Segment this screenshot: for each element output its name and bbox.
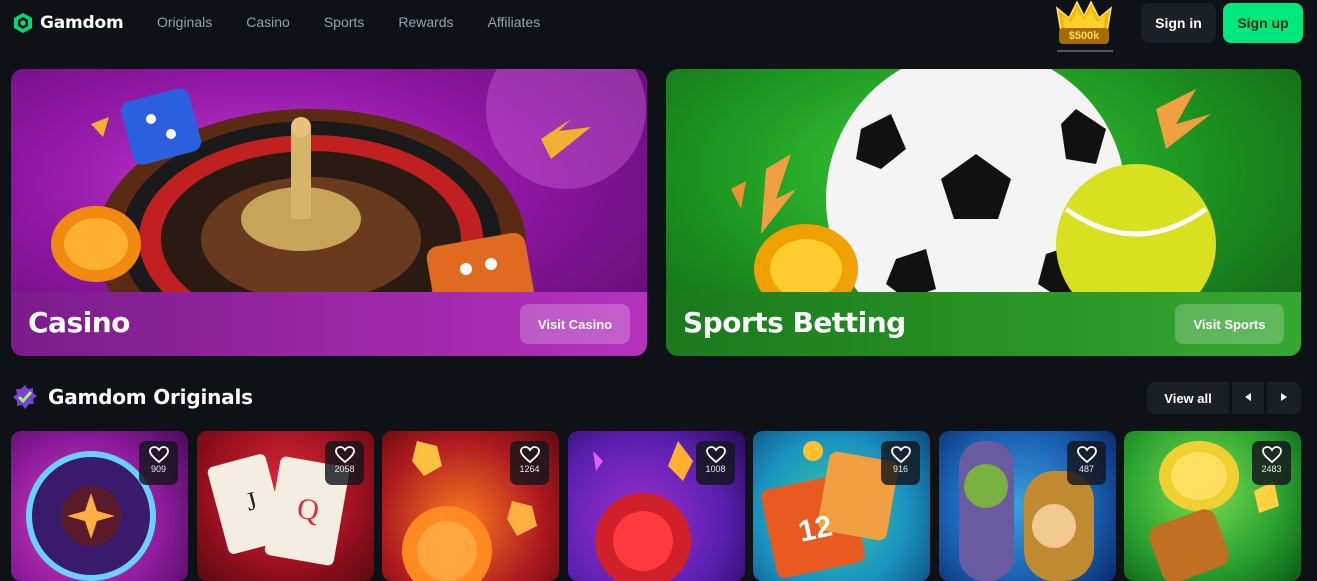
favorite-button[interactable]: 1008 (696, 441, 735, 485)
heart-icon (1261, 446, 1282, 464)
favorite-count: 1008 (705, 464, 726, 474)
sign-up-button[interactable]: Sign up (1223, 3, 1303, 43)
game-tile[interactable]: 2483 (1124, 431, 1301, 581)
heart-icon (1076, 446, 1097, 464)
heart-icon (334, 446, 355, 464)
favorite-button[interactable]: 2058 (325, 441, 364, 485)
originals-badge-icon (13, 385, 37, 409)
casino-hero-card[interactable]: Casino Visit Casino (11, 69, 647, 356)
favorite-count: 909 (150, 464, 167, 474)
game-tile[interactable]: J Q 2058 (197, 431, 374, 581)
gamdom-logo-icon (14, 13, 32, 33)
nav-item-casino[interactable]: Casino (246, 14, 290, 30)
nav-item-originals[interactable]: Originals (157, 14, 212, 30)
favorite-button[interactable]: 487 (1067, 441, 1106, 485)
chevron-right-icon (1281, 392, 1287, 401)
svg-text:12: 12 (796, 509, 836, 548)
favorite-button[interactable]: 916 (881, 441, 920, 485)
game-tile[interactable]: 1264 (382, 431, 559, 581)
promo-banner[interactable]: $500k (1053, 0, 1115, 52)
carousel-prev-button[interactable] (1232, 382, 1264, 414)
heart-icon (890, 446, 911, 464)
gamdom-logo[interactable]: Gamdom (12, 11, 124, 35)
game-tile[interactable]: 487 (939, 431, 1116, 581)
visit-sports-button[interactable]: Visit Sports (1175, 304, 1284, 344)
favorite-button[interactable]: 2483 (1252, 441, 1291, 485)
nav-item-sports[interactable]: Sports (324, 14, 364, 30)
favorite-button[interactable]: 909 (139, 441, 178, 485)
carousel-next-button[interactable] (1267, 382, 1301, 414)
promo-badge: $500k (1059, 28, 1109, 44)
roulette-illustration (51, 69, 646, 299)
sports-illustration (731, 69, 1216, 299)
promo-underline (1057, 50, 1113, 52)
logo-text: Gamdom (40, 13, 124, 33)
game-tile[interactable]: 1008 (568, 431, 745, 581)
heart-icon (705, 446, 726, 464)
casino-title: Casino (28, 306, 130, 339)
sports-hero-card[interactable]: Sports Betting Visit Sports (666, 69, 1301, 356)
nav-item-rewards[interactable]: Rewards (398, 14, 453, 30)
originals-title: Gamdom Originals (48, 385, 253, 409)
favorite-count: 487 (1078, 464, 1095, 474)
favorite-button[interactable]: 1264 (510, 441, 549, 485)
visit-casino-button[interactable]: Visit Casino (520, 304, 630, 344)
main-nav: Originals Casino Sports Rewards Affiliat… (157, 14, 574, 30)
nav-item-affiliates[interactable]: Affiliates (488, 14, 541, 30)
heart-icon (148, 446, 169, 464)
top-header: Gamdom Originals Casino Sports Rewards A… (0, 0, 1317, 52)
game-tile[interactable]: 909 (11, 431, 188, 581)
heart-icon (519, 446, 540, 464)
chevron-left-icon (1245, 392, 1251, 401)
game-tile[interactable]: 12 916 (753, 431, 930, 581)
favorite-count: 916 (892, 464, 909, 474)
favorite-count: 2058 (334, 464, 355, 474)
casino-hero-footer: Casino Visit Casino (11, 292, 647, 356)
favorite-count: 2483 (1261, 464, 1282, 474)
originals-games-row: 909 J Q 2058 1264 1008 12 916 487 2483 (11, 431, 1301, 581)
sports-hero-footer: Sports Betting Visit Sports (666, 292, 1301, 356)
view-all-button[interactable]: View all (1147, 382, 1229, 414)
sign-in-button[interactable]: Sign in (1141, 3, 1216, 43)
favorite-count: 1264 (519, 464, 540, 474)
sports-title: Sports Betting (683, 306, 906, 339)
originals-section-header: Gamdom Originals (12, 384, 253, 410)
